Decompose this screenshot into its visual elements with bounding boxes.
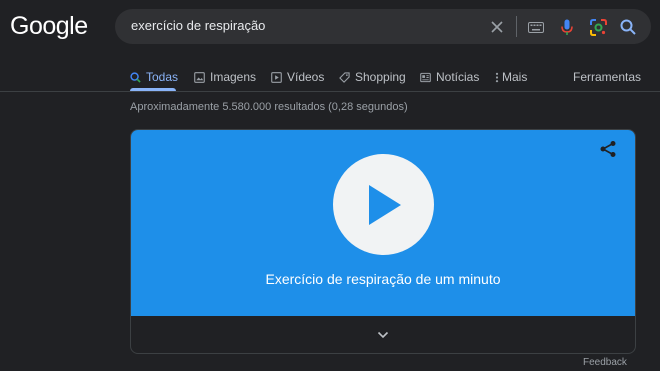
tab-label: Vídeos	[287, 70, 325, 84]
tab-label: Notícias	[436, 70, 480, 84]
google-logo[interactable]: Google	[10, 12, 88, 41]
keyboard-icon[interactable]	[525, 16, 547, 38]
search-icon	[130, 71, 141, 83]
search-icon[interactable]	[617, 16, 639, 38]
more-vert-icon	[495, 72, 499, 83]
microphone-icon[interactable]	[556, 16, 578, 38]
breathing-exercise-card: Exercício de respiração de um minuto	[130, 129, 636, 354]
search-input[interactable]: exercício de respiração	[131, 18, 265, 33]
tag-icon	[339, 71, 350, 83]
tab-label: Shopping	[355, 70, 406, 84]
tabs-divider	[0, 91, 660, 92]
search-tabs: Todas Imagens Vídeos Shopping Notícias M…	[0, 62, 660, 91]
search-divider	[516, 16, 517, 37]
tab-videos[interactable]: Vídeos	[271, 65, 324, 89]
tab-label: Mais	[502, 70, 528, 84]
feedback-link[interactable]: Feedback	[583, 357, 627, 368]
tab-shopping[interactable]: Shopping	[339, 65, 406, 89]
play-icon	[364, 183, 404, 227]
tab-todas[interactable]: Todas	[130, 65, 178, 89]
result-stats: Aproximadamente 5.580.000 resultados (0,…	[130, 101, 408, 113]
news-icon	[420, 72, 431, 83]
image-icon	[194, 71, 205, 83]
tab-mais[interactable]: Mais	[495, 65, 527, 89]
video-icon	[271, 71, 282, 83]
tools-label: Ferramentas	[573, 70, 642, 84]
share-icon[interactable]	[599, 140, 617, 158]
search-bar[interactable]: exercício de respiração	[115, 9, 651, 44]
tab-label: Imagens	[210, 70, 257, 84]
chevron-down-icon	[377, 331, 389, 339]
card-player-area[interactable]: Exercício de respiração de um minuto	[131, 130, 635, 316]
card-title: Exercício de respiração de um minuto	[265, 271, 501, 287]
expand-button[interactable]	[131, 316, 635, 353]
play-button[interactable]	[333, 154, 434, 255]
tab-label: Todas	[146, 70, 179, 84]
tab-imagens[interactable]: Imagens	[194, 65, 256, 89]
close-icon[interactable]	[486, 16, 508, 38]
tools-button[interactable]: Ferramentas	[573, 65, 641, 89]
tab-noticias[interactable]: Notícias	[420, 65, 479, 89]
lens-icon[interactable]	[587, 16, 609, 38]
